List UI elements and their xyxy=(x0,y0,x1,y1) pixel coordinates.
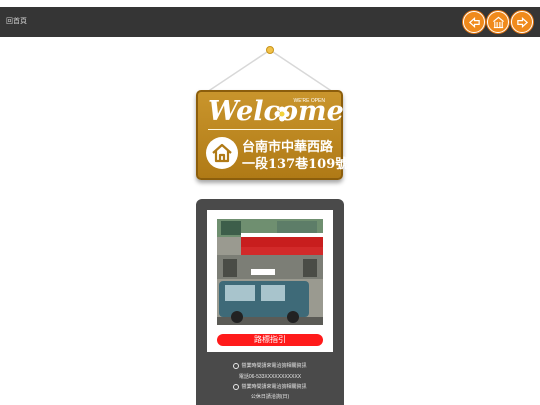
address-line-2: 一段137巷109號 xyxy=(242,157,349,172)
open-label: WE'RE OPEN xyxy=(293,98,325,104)
home-link[interactable]: 回首頁 xyxy=(6,16,27,26)
house-icon xyxy=(206,137,238,169)
storefront-photo[interactable] xyxy=(217,219,323,325)
info-line-3: 營業時間請來電洽詢相關資訊 xyxy=(196,383,344,390)
arrow-right-icon xyxy=(516,16,528,28)
welcome-sign: Welcome WE'RE OPEN 台南市中華西路 一段137巷109號 xyxy=(190,44,350,186)
sign-divider xyxy=(208,129,333,130)
photo-frame: 路標指引 xyxy=(207,210,333,352)
flower-icon xyxy=(274,106,290,122)
info-text-3: 營業時間請來電洽詢相關資訊 xyxy=(241,384,307,390)
back-button[interactable] xyxy=(463,11,485,33)
storefront-image xyxy=(217,219,323,325)
arrow-left-icon xyxy=(468,16,480,28)
info-text-1: 營業時間請來電洽詢相關資訊 xyxy=(241,363,307,369)
top-bar: 回首頁 xyxy=(0,7,540,37)
info-line-2: 電話06-533XXXXXXXXXXX xyxy=(238,374,302,380)
forward-button[interactable] xyxy=(511,11,533,33)
route-guide-button[interactable]: 路標指引 xyxy=(217,334,323,346)
info-line-4: 公休日請洽詢(日) xyxy=(250,394,290,400)
clock-icon xyxy=(233,383,240,390)
info-panel: 路標指引 營業時間請來電洽詢相關資訊 電話06-533XXXXXXXXXXX 營… xyxy=(196,199,344,405)
home-button[interactable] xyxy=(487,11,509,33)
clock-icon xyxy=(233,362,240,369)
temple-home-icon xyxy=(492,16,504,28)
info-line-1: 營業時間請來電洽詢相關資訊 xyxy=(196,362,344,369)
sign-board: Welcome WE'RE OPEN 台南市中華西路 一段137巷109號 xyxy=(196,90,348,180)
